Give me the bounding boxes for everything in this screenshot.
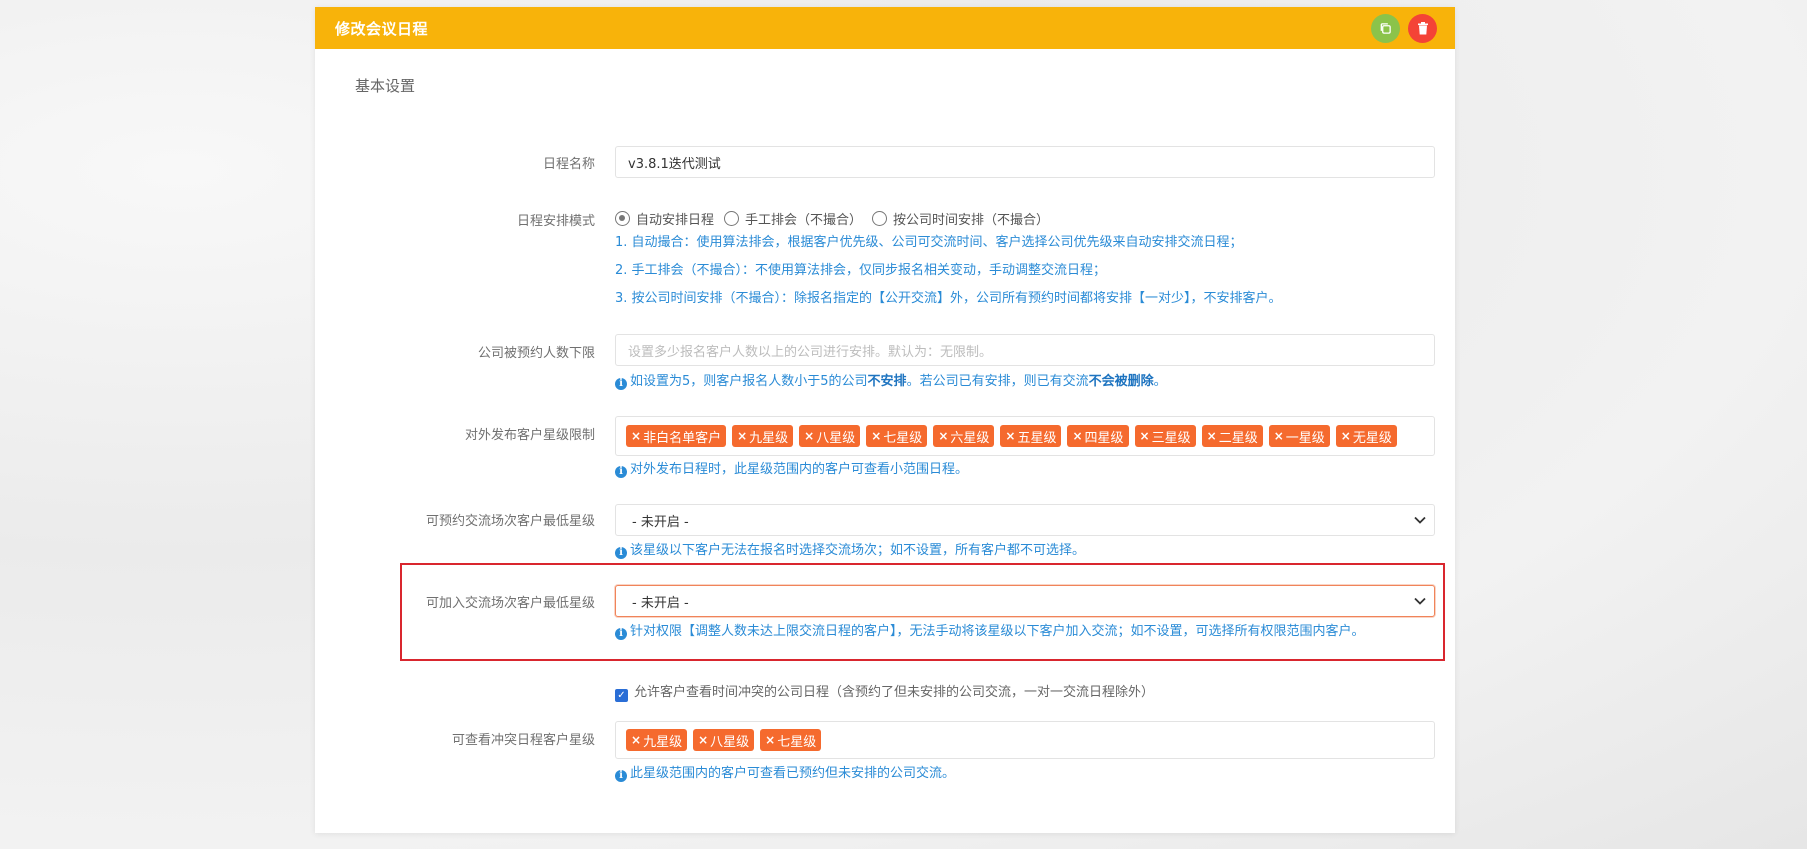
min-booking-help-bold2: 不会被删除 xyxy=(1088,374,1154,389)
min-booking-help: i 如设置为5，则客户报名人数小于5的公司不安排。若公司已有安排，则已有交流不会被… xyxy=(615,375,1435,390)
bookable-min-level-label: 可预约交流场次客户最低星级 xyxy=(425,514,595,529)
min-booking-help-end: 。 xyxy=(1153,374,1167,389)
remove-tag-icon[interactable]: × xyxy=(1140,429,1150,443)
remove-tag-icon[interactable]: × xyxy=(938,429,948,443)
publish-levels-help-text: 对外发布日程时，此星级范围内的客户可查看小范围日程。 xyxy=(630,462,969,477)
remove-tag-icon[interactable]: × xyxy=(804,429,814,443)
conflict-level-tag: × 七星级 xyxy=(760,729,822,751)
publish-level-tag: × 无星级 xyxy=(1335,425,1397,447)
remove-tag-icon[interactable]: × xyxy=(631,429,641,443)
radio-manual-label: 手工排会（不撮合） xyxy=(745,212,863,228)
radio-company-time-control[interactable] xyxy=(872,210,888,226)
remove-tag-icon[interactable]: × xyxy=(631,733,641,747)
publish-level-tag: × 二星级 xyxy=(1201,425,1263,447)
publish-level-tag: × 九星级 xyxy=(732,425,794,447)
tag-label: 一星级 xyxy=(1285,430,1325,446)
tag-label: 八星级 xyxy=(710,734,750,750)
radio-auto[interactable]: 自动安排日程 xyxy=(615,209,714,228)
publish-levels-label: 对外发布客户星级限制 xyxy=(464,428,595,443)
min-booking-label: 公司被预约人数下限 xyxy=(477,346,595,361)
panel-header: 修改会议日程 xyxy=(315,7,1455,49)
allow-conflict-label: 允许客户查看时间冲突的公司日程（含预约了但未安排的公司交流，一对一交流日程除外） xyxy=(634,685,1155,700)
copy-icon xyxy=(1380,23,1391,34)
edit-schedule-panel: 修改会议日程 基本设置 日程名称 v3.8.1迭代测试 日程安排模式 自动安排日… xyxy=(315,7,1455,833)
conflict-levels-help-text: 此星级范围内的客户可查看已预约但未安排的公司交流。 xyxy=(630,766,956,781)
remove-tag-icon[interactable]: × xyxy=(1274,429,1284,443)
remove-tag-icon[interactable]: × xyxy=(1072,429,1082,443)
info-icon: i xyxy=(615,770,627,782)
schedule-name-input[interactable]: v3.8.1迭代测试 xyxy=(615,146,1435,178)
bookable-min-level-help: i 该星级以下客户无法在报名时选择交流场次；如不设置，所有客户都不可选择。 xyxy=(615,544,1435,559)
conflict-levels-tag-input[interactable]: × 九星级 × 八星级 × 七星级 xyxy=(615,721,1435,759)
publish-level-tag: × 三星级 xyxy=(1134,425,1196,447)
tag-label: 九星级 xyxy=(643,734,683,750)
bookable-min-level-help-text: 该星级以下客户无法在报名时选择交流场次；如不设置，所有客户都不可选择。 xyxy=(630,543,1086,558)
bookable-min-level-select[interactable]: - 未开启 - xyxy=(615,504,1435,536)
remove-tag-icon[interactable]: × xyxy=(765,733,775,747)
schedule-name-label: 日程名称 xyxy=(542,157,595,172)
highlight-box xyxy=(400,563,1445,661)
tag-label: 二星级 xyxy=(1218,430,1258,446)
publish-level-tag: × 五星级 xyxy=(1000,425,1062,447)
publish-level-tag: × 八星级 xyxy=(799,425,861,447)
min-booking-help-pre: 如设置为5，则客户报名人数小于5的公司 xyxy=(630,374,868,389)
remove-tag-icon[interactable]: × xyxy=(1207,429,1217,443)
publish-level-tag: × 一星级 xyxy=(1268,425,1330,447)
tag-label: 无星级 xyxy=(1352,430,1392,446)
remove-tag-icon[interactable]: × xyxy=(871,429,881,443)
schedule-mode-note-3: 3. 按公司时间安排（不撮合）：除报名指定的【公开交流】外，公司所有预约时间都将… xyxy=(615,291,1282,306)
min-booking-input[interactable]: 设置多少报名客户人数以上的公司进行安排。默认为：无限制。 xyxy=(615,334,1435,366)
tag-label: 九星级 xyxy=(749,430,789,446)
tag-label: 四星级 xyxy=(1084,430,1124,446)
radio-manual[interactable]: 手工排会（不撮合） xyxy=(724,209,862,228)
radio-manual-control[interactable] xyxy=(724,210,740,226)
publish-level-tag: × 四星级 xyxy=(1067,425,1129,447)
tag-label: 六星级 xyxy=(950,430,990,446)
min-booking-help-bold1: 不安排 xyxy=(867,374,907,389)
delete-button[interactable] xyxy=(1408,14,1437,43)
conflict-level-tag: × 九星级 xyxy=(626,729,688,751)
schedule-name-value: v3.8.1迭代测试 xyxy=(628,156,721,172)
tag-label: 非白名单客户 xyxy=(643,430,722,446)
schedule-mode-note-1: 1. 自动撮合：使用算法排会，根据客户优先级、公司可交流时间、客户选择公司优先级… xyxy=(615,235,1243,250)
schedule-mode-note-2: 2. 手工排会（不撮合）：不使用算法排会，仅同步报名相关变动，手动调整交流日程； xyxy=(615,263,1107,278)
copy-button[interactable] xyxy=(1371,14,1400,43)
min-booking-placeholder: 设置多少报名客户人数以上的公司进行安排。默认为：无限制。 xyxy=(628,344,993,360)
tag-label: 三星级 xyxy=(1151,430,1191,446)
publish-levels-help: i 对外发布日程时，此星级范围内的客户可查看小范围日程。 xyxy=(615,463,1435,478)
schedule-mode-radio-group: 自动安排日程 手工排会（不撮合） 按公司时间安排（不撮合） xyxy=(615,208,1435,228)
tag-label: 五星级 xyxy=(1017,430,1057,446)
radio-company-time-label: 按公司时间安排（不撮合） xyxy=(893,212,1050,228)
publish-level-tag: × 六星级 xyxy=(933,425,995,447)
panel-title: 修改会议日程 xyxy=(335,19,429,38)
tag-label: 七星级 xyxy=(777,734,817,750)
tag-label: 七星级 xyxy=(883,430,923,446)
tag-label: 八星级 xyxy=(816,430,856,446)
remove-tag-icon[interactable]: × xyxy=(1341,429,1351,443)
info-icon: i xyxy=(615,547,627,559)
info-icon: i xyxy=(615,378,627,390)
allow-conflict-checkbox[interactable]: ✓ xyxy=(615,689,628,702)
conflict-levels-label: 可查看冲突日程客户星级 xyxy=(451,733,595,748)
remove-tag-icon[interactable]: × xyxy=(698,733,708,747)
remove-tag-icon[interactable]: × xyxy=(737,429,747,443)
radio-auto-label: 自动安排日程 xyxy=(636,212,715,228)
remove-tag-icon[interactable]: × xyxy=(1005,429,1015,443)
publish-level-tag: × 七星级 xyxy=(866,425,928,447)
radio-auto-control[interactable] xyxy=(615,210,630,226)
conflict-level-tag: × 八星级 xyxy=(693,729,755,751)
trash-icon xyxy=(1417,22,1428,35)
publish-levels-tag-input[interactable]: × 非白名单客户 × 九星级 × 八星级 × 七星级 × 六星级 × 五星级 × 四星级 × 三星级 × 二星级 ×… xyxy=(615,416,1435,456)
info-icon: i xyxy=(615,466,627,478)
min-booking-help-mid: 。若公司已有安排，则已有交流 xyxy=(906,374,1089,389)
conflict-levels-help: i 此星级范围内的客户可查看已预约但未安排的公司交流。 xyxy=(615,767,1435,782)
schedule-mode-label: 日程安排模式 xyxy=(516,214,595,229)
radio-company-time[interactable]: 按公司时间安排（不撮合） xyxy=(872,209,1049,228)
publish-level-tag: × 非白名单客户 xyxy=(626,425,727,447)
chevron-down-icon xyxy=(1414,516,1426,524)
section-title: 基本设置 xyxy=(355,77,416,95)
bookable-min-level-value: - 未开启 - xyxy=(632,514,689,530)
